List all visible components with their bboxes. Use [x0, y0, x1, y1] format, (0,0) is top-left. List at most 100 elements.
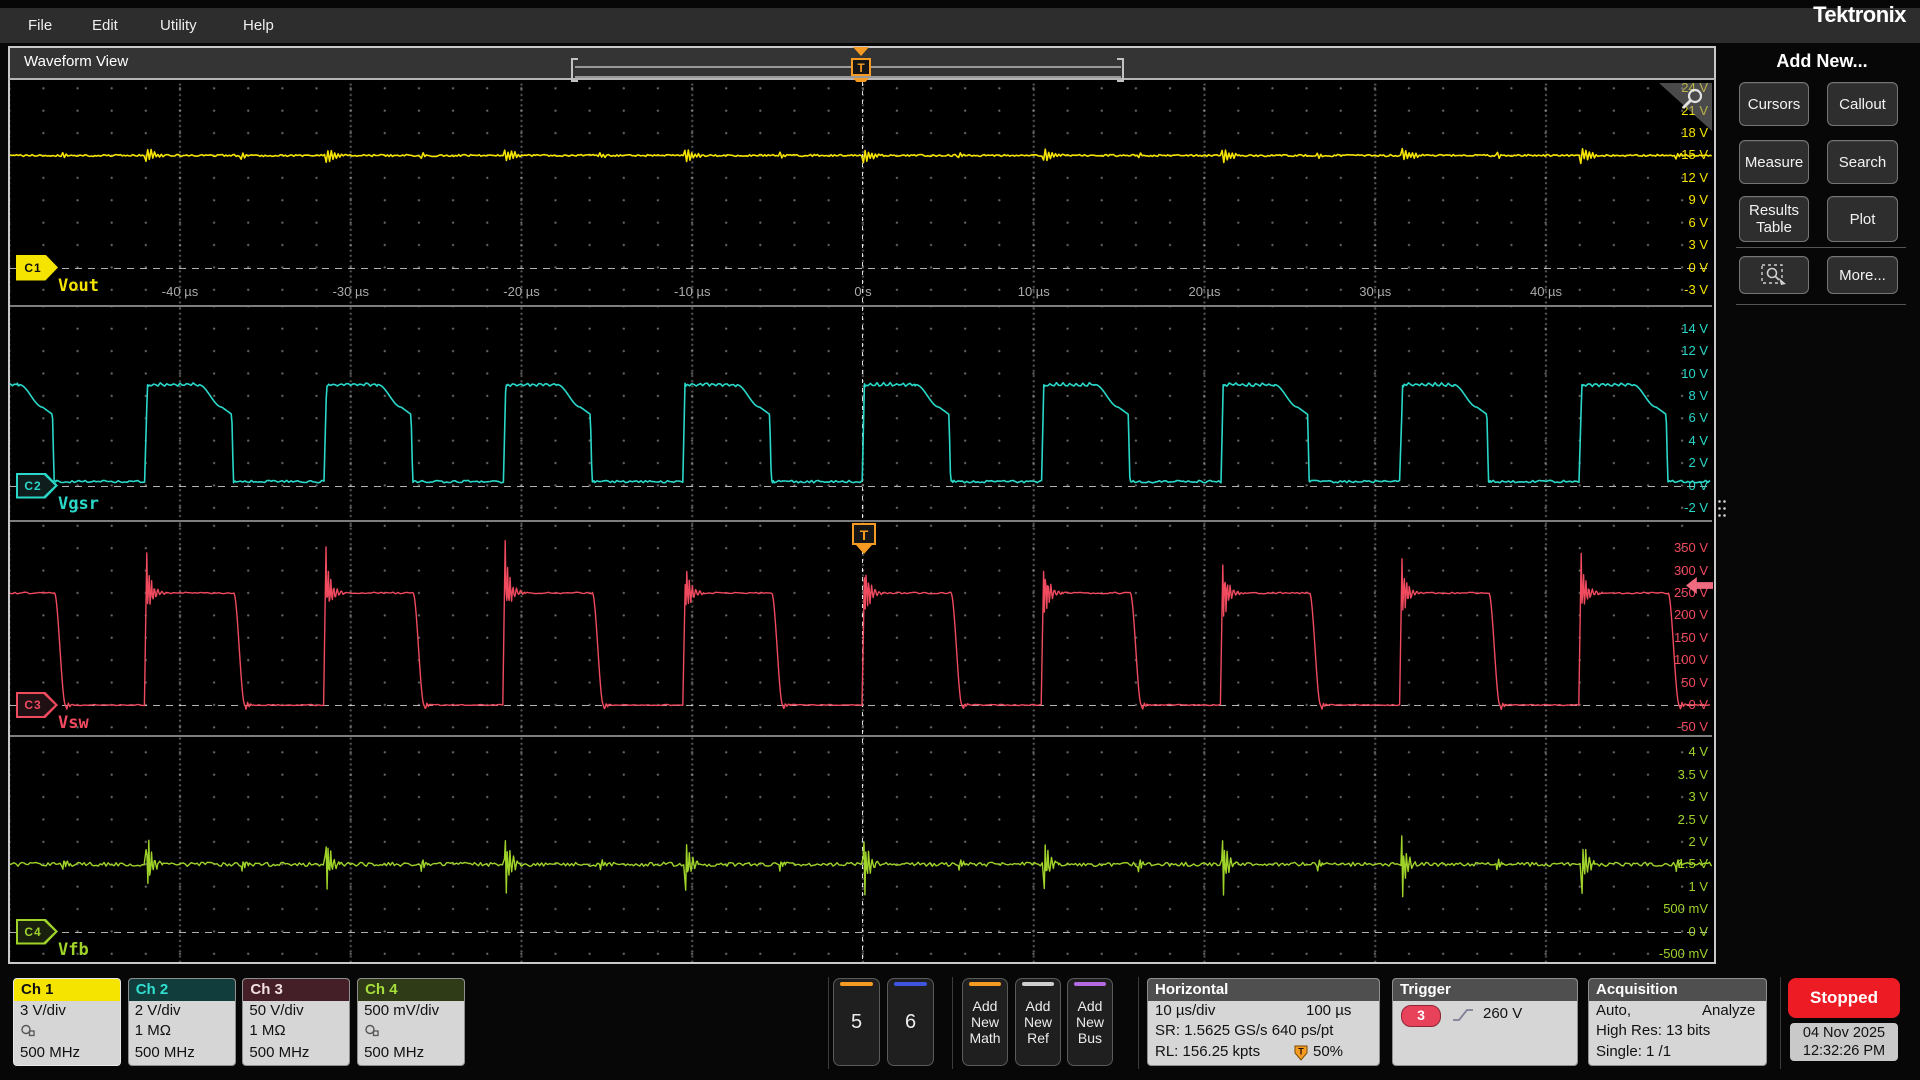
magnifier-icon: [1678, 86, 1708, 116]
horizontal-badge[interactable]: Horizontal 10 µs/div 100 µs SR: 1.5625 G…: [1147, 978, 1380, 1066]
zoom-select-button[interactable]: [1739, 256, 1809, 294]
time-axis-label: 20 µs: [1188, 284, 1220, 299]
scale-label-ch2: 2 V: [1646, 455, 1708, 470]
oscilloscope-screen: Tektronix Waveform View T -40 µs-30 µs-2…: [0, 0, 1920, 1080]
time-axis-label: 40 µs: [1530, 284, 1562, 299]
channel-probe-row: [364, 1022, 381, 1039]
scale-label-ch4: 1.5 V: [1646, 856, 1708, 871]
addnew-button-measure[interactable]: Measure: [1739, 140, 1809, 184]
addnew-button-callout[interactable]: Callout: [1827, 82, 1898, 126]
scale-label-ch4: 4 V: [1646, 744, 1708, 759]
scale-label-ch4: 500 mV: [1646, 901, 1708, 916]
menu-item-file[interactable]: File: [28, 8, 52, 43]
scale-label-ch2: 8 V: [1646, 388, 1708, 403]
scale-label-ch2: 12 V: [1646, 343, 1708, 358]
acquisition-badge[interactable]: Acquisition Auto, Analyze High Res: 13 b…: [1588, 978, 1767, 1066]
channel-card-label: Ch 2: [129, 979, 235, 1001]
channel-name-vfb: Vfb: [58, 940, 89, 960]
svg-text:T: T: [1298, 1047, 1304, 1057]
more-button[interactable]: More...: [1827, 256, 1898, 294]
scale-label-ch1: -3 V: [1646, 282, 1708, 297]
trigger-source-badge: 3: [1401, 1005, 1441, 1027]
scale-label-ch3: 300 V: [1646, 563, 1708, 578]
channel-vdiv: 3 V/div: [20, 1002, 66, 1019]
add-button-color-stripe: [969, 982, 1001, 986]
probe-icon: [20, 1023, 37, 1037]
channel-vdiv: 50 V/div: [249, 1002, 303, 1019]
scale-label-ch1: 6 V: [1646, 215, 1708, 230]
horizontal-title: Horizontal: [1148, 979, 1379, 1001]
time-axis-label: -20 µs: [503, 284, 539, 299]
add-new-bus-button[interactable]: Add New Bus: [1067, 978, 1113, 1066]
add-new-math-button[interactable]: Add New Math: [962, 978, 1008, 1066]
acquisition-title: Acquisition: [1589, 979, 1766, 1001]
channel-vdiv: 2 V/div: [135, 1002, 181, 1019]
channel-name-vsw: Vsw: [58, 713, 89, 733]
channel-impedance: 1 MΩ: [249, 1022, 285, 1039]
channel-card-4[interactable]: Ch 4500 mV/div500 MHz: [357, 978, 465, 1066]
trigger-position-icon: T: [1294, 1045, 1308, 1061]
channel-card-1[interactable]: Ch 13 V/div500 MHz: [13, 978, 121, 1066]
time-axis-label: 30 µs: [1359, 284, 1391, 299]
menu-item-edit[interactable]: Edit: [92, 8, 118, 43]
time-text: 12:32:26 PM: [1790, 1042, 1898, 1060]
scale-label-ch3: 100 V: [1646, 652, 1708, 667]
add-new-ref-button[interactable]: Add New Ref: [1015, 978, 1061, 1066]
time-axis-label: 10 µs: [1018, 284, 1050, 299]
date-text: 04 Nov 2025: [1790, 1024, 1898, 1042]
channel-button-5[interactable]: 5: [833, 978, 880, 1066]
trace-vsw: [10, 541, 1710, 710]
scale-label-ch4: 3.5 V: [1646, 767, 1708, 782]
scale-label-ch2: 14 V: [1646, 321, 1708, 336]
trigger-badge[interactable]: Trigger 3 260 V: [1392, 978, 1578, 1066]
horizontal-position: 50%: [1313, 1043, 1343, 1060]
channel-card-3[interactable]: Ch 350 V/div 1 MΩ 500 MHz: [242, 978, 350, 1066]
scale-label-ch1: 9 V: [1646, 192, 1708, 207]
scale-label-ch2: 4 V: [1646, 433, 1708, 448]
scale-label-ch3: 200 V: [1646, 607, 1708, 622]
addnew-button-plot[interactable]: Plot: [1827, 196, 1898, 242]
menu-item-utility[interactable]: Utility: [160, 8, 197, 43]
channel-probe-row: [20, 1022, 37, 1039]
time-axis-label: -30 µs: [333, 284, 369, 299]
bottombar-separator: [828, 977, 829, 1069]
channel-impedance: 1 MΩ: [135, 1022, 171, 1039]
time-axis-label: -10 µs: [674, 284, 710, 299]
scale-label-ch2: 10 V: [1646, 366, 1708, 381]
scale-label-ch4: 1 V: [1646, 879, 1708, 894]
addnew-button-cursors[interactable]: Cursors: [1739, 82, 1809, 126]
channel-button-6[interactable]: 6: [887, 978, 934, 1066]
acquisition-mode: Auto,: [1596, 1002, 1631, 1019]
scale-label-ch4: 3 V: [1646, 789, 1708, 804]
scale-label-ch3: 350 V: [1646, 540, 1708, 555]
addnew-button-search[interactable]: Search: [1827, 140, 1898, 184]
add-button-label: Add New Bus: [1076, 998, 1104, 1046]
run-stop-status-button[interactable]: Stopped: [1788, 978, 1900, 1018]
addnew-button-results-table[interactable]: Results Table: [1739, 196, 1809, 242]
add-button-color-stripe: [1022, 982, 1054, 986]
trigger-event-pin[interactable]: T: [852, 523, 876, 545]
scale-label-ch2: -2 V: [1646, 500, 1708, 515]
channel-card-label: Ch 3: [243, 979, 349, 1001]
horizontal-record-length: RL: 156.25 kpts: [1155, 1043, 1260, 1060]
scale-label-ch2: 6 V: [1646, 410, 1708, 425]
channel-bandwidth: 500 MHz: [249, 1044, 309, 1061]
horizontal-sample-rate: SR: 1.5625 GS/s 640 ps/pt: [1155, 1022, 1333, 1039]
scale-label-ch4: 2.5 V: [1646, 812, 1708, 827]
add-button-label: Add New Math: [969, 998, 1000, 1046]
channel-bandwidth: 500 MHz: [20, 1044, 80, 1061]
horizontal-rate: 10 µs/div: [1155, 1002, 1215, 1019]
scale-label-ch4: 2 V: [1646, 834, 1708, 849]
channel-badge-text: C4: [16, 919, 50, 945]
panel-resize-grip[interactable]: [1717, 498, 1726, 518]
horizontal-window: 100 µs: [1306, 1002, 1351, 1019]
channel-card-label: Ch 4: [358, 979, 464, 1001]
scale-label-ch3: -50 V: [1646, 719, 1708, 734]
scale-label-ch4: 0 V: [1646, 924, 1708, 939]
scale-label-ch1: 15 V: [1646, 147, 1708, 162]
channel-bandwidth: 500 MHz: [364, 1044, 424, 1061]
channel-card-2[interactable]: Ch 22 V/div1 MΩ500 MHz: [128, 978, 236, 1066]
rising-edge-icon: [1451, 1005, 1475, 1025]
menu-item-help[interactable]: Help: [243, 8, 274, 43]
trigger-level: 260 V: [1483, 1005, 1522, 1022]
